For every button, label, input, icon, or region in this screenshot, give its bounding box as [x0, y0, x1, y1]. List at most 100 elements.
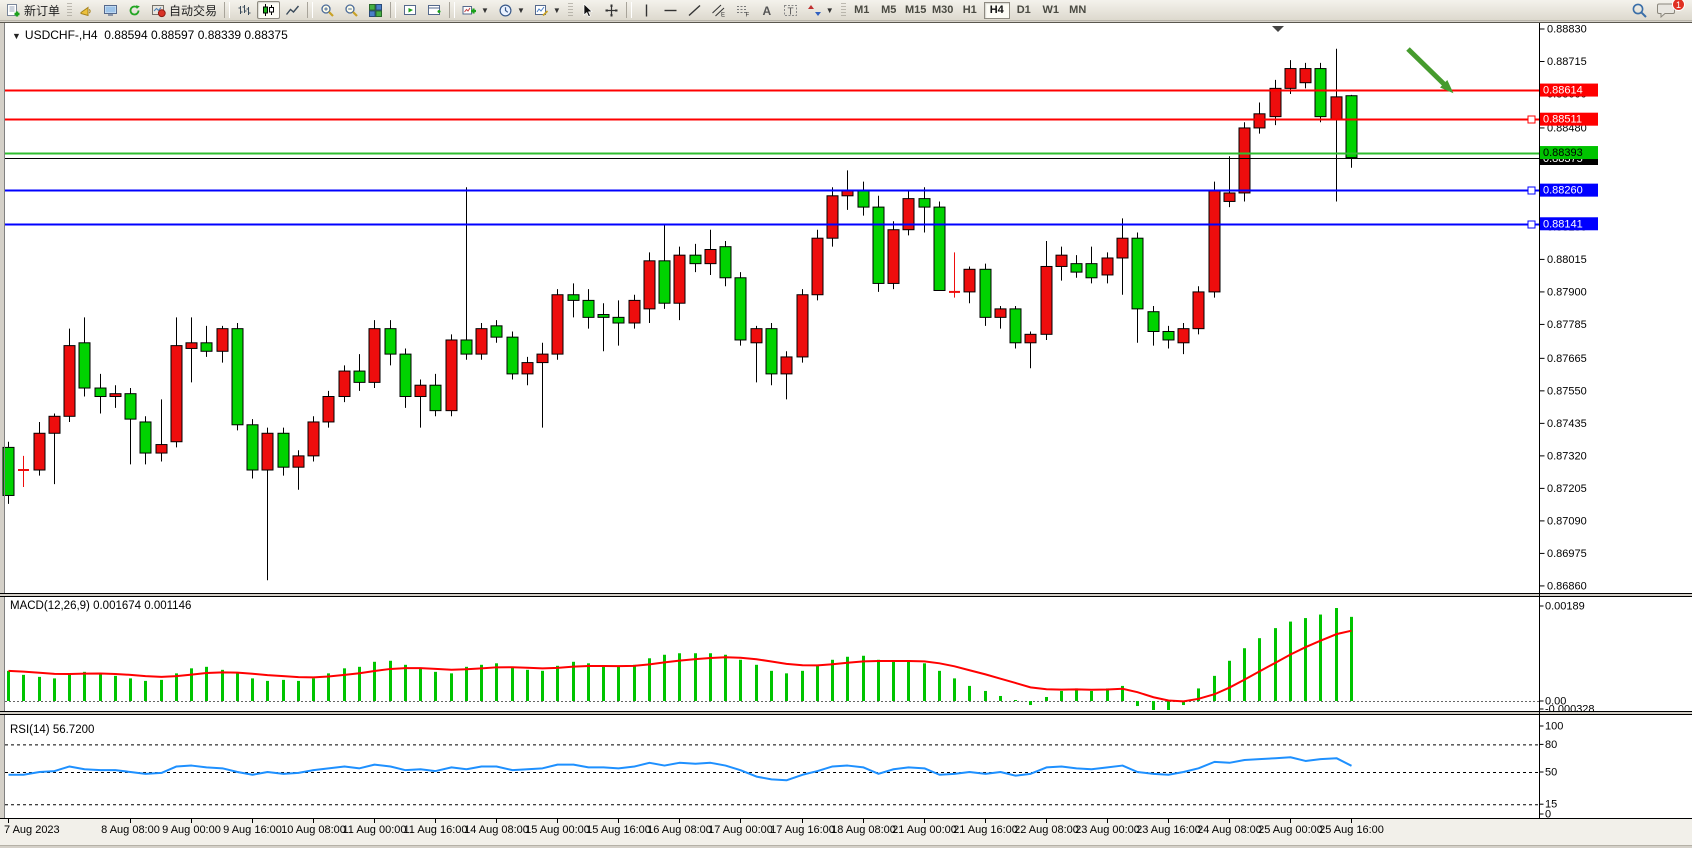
timeframe-h4-button[interactable]: H4: [984, 2, 1010, 19]
price-tick-label: 0.87900: [1547, 286, 1587, 298]
clock-icon: [498, 3, 513, 18]
zoom-out-button[interactable]: [340, 1, 363, 19]
line-anchor-marker: [1528, 116, 1535, 123]
time-axis-label: 22 Aug 08:00: [1014, 824, 1079, 836]
dropdown-caret-icon: ▼: [481, 6, 489, 15]
refresh-button[interactable]: [123, 1, 146, 19]
candle: [323, 391, 334, 428]
macd-bar: [617, 667, 620, 701]
alerts-button[interactable]: [75, 1, 98, 19]
search-button[interactable]: [1627, 1, 1652, 19]
timeframe-m30-button[interactable]: M30: [930, 2, 956, 19]
text-button[interactable]: A: [755, 1, 778, 19]
macd-bar: [205, 667, 208, 701]
crosshair-button[interactable]: [600, 1, 623, 19]
macd-bar: [7, 671, 10, 701]
chart-collapse-icon[interactable]: ▼: [12, 31, 21, 41]
cursor-button[interactable]: [576, 1, 599, 19]
macd-bar: [1213, 676, 1216, 701]
toolbar-button-label: 新订单: [24, 2, 60, 19]
candle: [735, 272, 746, 346]
bar-chart-button[interactable]: [233, 1, 256, 19]
macd-bar: [480, 665, 483, 701]
svg-text:T: T: [787, 6, 793, 17]
macd-bar: [99, 673, 102, 701]
macd-bar: [1289, 622, 1292, 701]
strategy-tester-button[interactable]: [399, 1, 422, 19]
time-axis-label: 9 Aug 00:00: [162, 824, 221, 836]
candlestick-chart-button[interactable]: [257, 1, 280, 19]
timeframe-m5-button[interactable]: M5: [876, 2, 902, 19]
timeframe-h1-button[interactable]: H1: [957, 2, 983, 19]
tile-windows-icon: [368, 3, 383, 18]
price-line-label: 0.88393: [1543, 147, 1583, 159]
price-line-label: 0.88260: [1543, 185, 1583, 197]
timeframe-w1-button[interactable]: W1: [1038, 2, 1064, 19]
macd-bar: [1319, 615, 1322, 701]
macd-bar: [541, 671, 544, 701]
time-axis-label: 23 Aug 00:00: [1075, 824, 1140, 836]
horizontal-line-button[interactable]: [659, 1, 682, 19]
macd-indicator-label: MACD(12,26,9) 0.001674 0.001146: [10, 600, 191, 612]
terminal-button[interactable]: [99, 1, 122, 19]
line-chart-button[interactable]: [281, 1, 304, 19]
tile-windows-button[interactable]: [364, 1, 387, 19]
macd-bar: [1152, 701, 1155, 710]
time-axis-label: 9 Aug 16:00: [223, 824, 282, 836]
macd-bar: [343, 668, 346, 701]
strategy-tester-icon: [403, 3, 418, 18]
macd-bar: [1136, 701, 1139, 706]
candle: [369, 320, 380, 388]
macd-bar: [511, 667, 514, 701]
vertical-line-button[interactable]: [635, 1, 658, 19]
candle: [446, 334, 457, 416]
search-icon: [1631, 2, 1648, 19]
price-tick-label: 0.88015: [1547, 254, 1587, 266]
candle: [1315, 63, 1326, 122]
macd-bar: [999, 696, 1002, 701]
auto-trading-button[interactable]: 自动交易: [147, 1, 221, 19]
price-line-label: 0.88511: [1543, 114, 1582, 126]
chat-button[interactable]: 1: [1653, 1, 1680, 19]
candle: [980, 264, 991, 326]
trendline-button[interactable]: [683, 1, 706, 19]
macd-bar: [83, 672, 86, 701]
fibonacci-button[interactable]: F: [731, 1, 754, 19]
rsi-indicator-label: RSI(14) 56.7200: [10, 724, 94, 736]
price-tick-label: 0.87205: [1547, 483, 1587, 495]
macd-bar: [1258, 638, 1261, 701]
new-order-button[interactable]: 新订单: [2, 1, 64, 19]
macd-bar: [755, 665, 758, 701]
data-window-button[interactable]: [423, 1, 446, 19]
cursor-icon: [580, 3, 595, 18]
equidistant-channel-button[interactable]: E: [707, 1, 730, 19]
timeframe-d1-button[interactable]: D1: [1011, 2, 1037, 19]
candle: [476, 323, 487, 360]
period-selector-button[interactable]: ▼: [494, 1, 529, 19]
macd-bar: [53, 678, 56, 701]
macd-bar: [114, 676, 117, 701]
refresh-icon: [127, 3, 142, 18]
macd-bar: [602, 666, 605, 701]
timeframe-mn-button[interactable]: MN: [1065, 2, 1091, 19]
rsi-axis-label: 50: [1545, 767, 1557, 779]
zoom-in-button[interactable]: [316, 1, 339, 19]
arrows-button[interactable]: ▼: [803, 1, 838, 19]
price-tick-label: 0.87090: [1547, 515, 1587, 527]
macd-bar: [1243, 648, 1246, 701]
vertical-line-icon: [639, 3, 654, 18]
macd-bar: [144, 681, 147, 701]
candle: [1209, 182, 1220, 298]
text-label-button[interactable]: T: [779, 1, 802, 19]
new-chart-button[interactable]: ▼: [458, 1, 493, 19]
price-tick-label: 0.87665: [1547, 353, 1587, 365]
toolbar-separator: [390, 2, 396, 18]
timeframe-m1-button[interactable]: M1: [849, 2, 875, 19]
macd-bar: [434, 672, 437, 701]
line-anchor-marker: [1528, 221, 1535, 228]
price-tick-label: 0.87550: [1547, 385, 1587, 397]
template-button[interactable]: ▼: [530, 1, 565, 19]
timeframe-m15-button[interactable]: M15: [903, 2, 929, 19]
macd-bar: [282, 680, 285, 701]
candle: [247, 419, 258, 478]
